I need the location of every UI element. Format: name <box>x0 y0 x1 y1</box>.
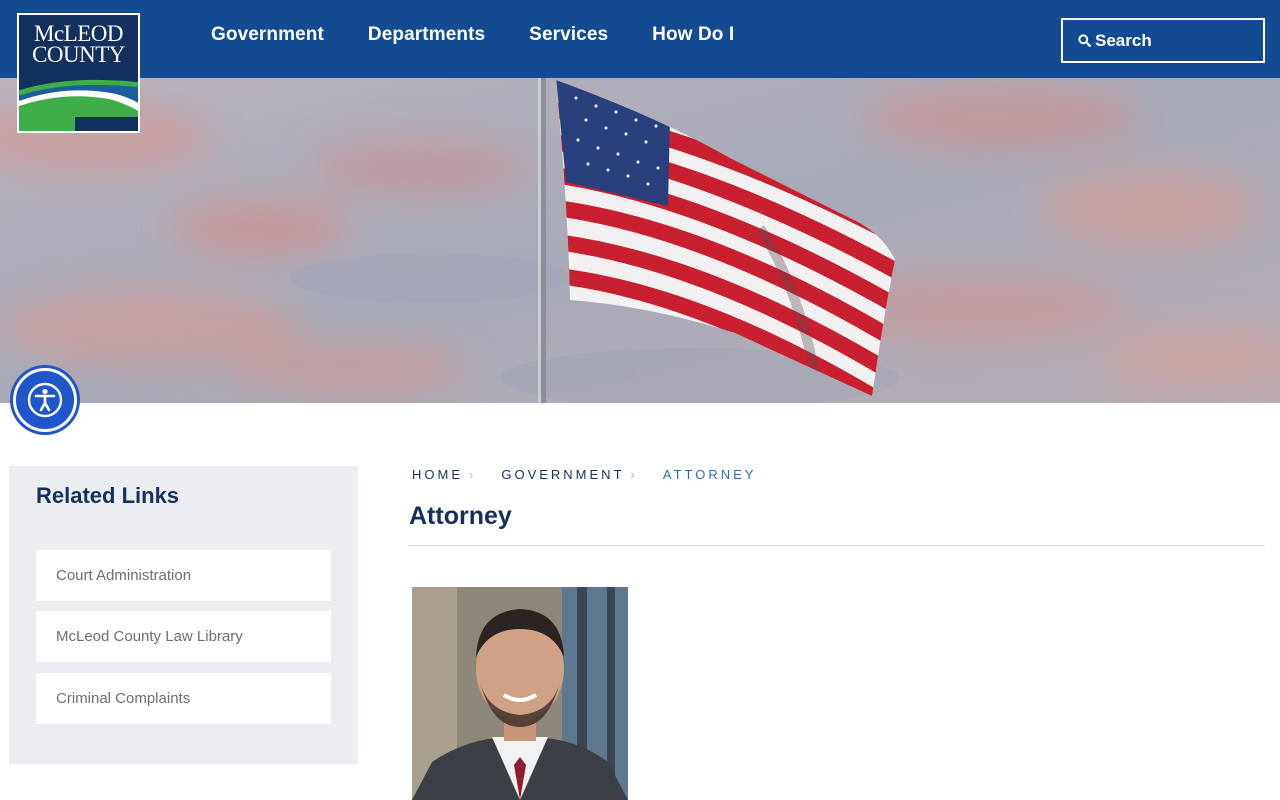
chevron-right-icon: › <box>469 467 474 482</box>
landscape-emblem-icon <box>19 79 138 131</box>
page-title: Attorney <box>409 502 512 530</box>
related-link-court-administration[interactable]: Court Administration <box>36 550 331 601</box>
related-links-heading: Related Links <box>36 483 180 508</box>
chevron-right-icon: › <box>630 467 635 482</box>
breadcrumb-government[interactable]: GOVERNMENT <box>501 467 624 482</box>
related-link-criminal-complaints[interactable]: Criminal Complaints <box>36 673 331 724</box>
top-navigation-bar: Government Departments Services How Do I… <box>0 0 1280 78</box>
breadcrumb-current: ATTORNEY <box>662 467 757 482</box>
county-logo[interactable]: McLEOD COUNTY <box>17 13 140 133</box>
logo-wordmark: McLEOD COUNTY <box>19 21 138 67</box>
breadcrumb-home[interactable]: HOME <box>412 467 463 482</box>
page: Government Departments Services How Do I… <box>0 0 1280 800</box>
breadcrumb: HOME › GOVERNMENT › ATTORNEY <box>412 467 756 482</box>
main-nav: Government Departments Services How Do I <box>211 24 734 46</box>
related-link-law-library[interactable]: McLeod County Law Library <box>36 611 331 662</box>
search-box[interactable]: Search <box>1061 18 1265 63</box>
nav-how-do-i[interactable]: How Do I <box>652 24 734 46</box>
search-icon <box>1078 34 1091 47</box>
accessibility-button[interactable] <box>13 368 77 432</box>
title-divider <box>409 545 1265 546</box>
nav-departments[interactable]: Departments <box>368 24 485 46</box>
nav-services[interactable]: Services <box>529 24 608 46</box>
attorney-portrait <box>412 587 628 800</box>
hero-banner-flag <box>0 78 1280 403</box>
accessibility-icon <box>27 382 63 418</box>
nav-government[interactable]: Government <box>211 24 324 46</box>
logo-line-1: McLEOD <box>34 21 123 46</box>
related-links-sidebar: Related Links Court Administration McLeo… <box>9 466 358 764</box>
search-label: Search <box>1095 30 1152 50</box>
logo-line-2: COUNTY <box>32 42 125 67</box>
